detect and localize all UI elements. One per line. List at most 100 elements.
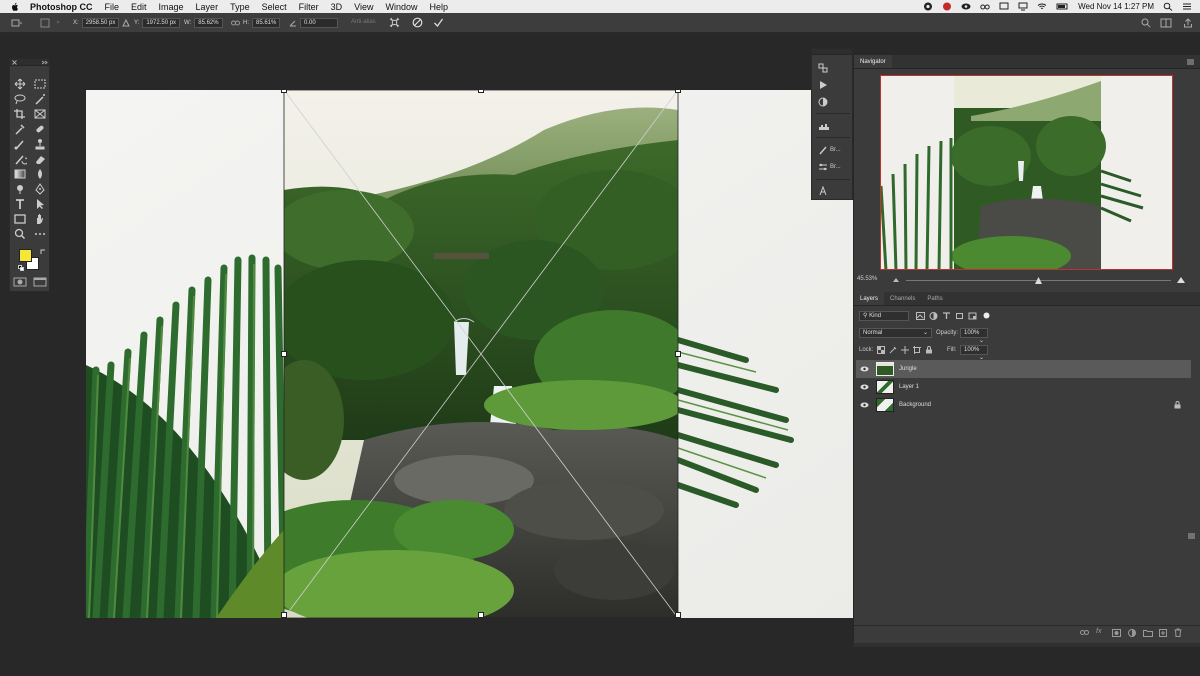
w-input[interactable]: 85.62% (194, 17, 223, 28)
dock-grip[interactable] (812, 49, 852, 55)
panel-menu-icon[interactable] (1188, 533, 1195, 539)
tab-channels[interactable]: Channels (884, 292, 921, 305)
brush-settings-panel-button[interactable]: Br... (818, 162, 841, 172)
visibility-eye-icon[interactable] (860, 384, 869, 390)
tab-layers[interactable]: Layers (854, 292, 885, 305)
filter-pixel-icon[interactable] (916, 312, 925, 320)
more-tools[interactable] (33, 227, 47, 239)
close-icon[interactable] (12, 60, 17, 65)
battery-icon[interactable] (1056, 2, 1069, 11)
type-tool[interactable] (13, 197, 27, 209)
record-icon[interactable] (942, 2, 952, 11)
default-colors-icon[interactable] (18, 265, 24, 271)
reference-point-icon[interactable] (40, 18, 50, 28)
navigator-preview[interactable] (880, 75, 1173, 270)
menu-file[interactable]: File (105, 2, 120, 12)
jungle-layer-content[interactable] (284, 90, 678, 618)
transform-handle-br[interactable] (675, 612, 681, 618)
dodge-tool[interactable] (13, 182, 27, 194)
x-input[interactable]: 2958.50 px (81, 17, 120, 28)
collapse-icon[interactable] (42, 60, 48, 65)
screen-mode-icon[interactable] (33, 277, 47, 287)
character-panel-button[interactable] (818, 186, 828, 196)
add-mask-icon[interactable] (1112, 629, 1121, 637)
marquee-tool[interactable] (33, 77, 47, 89)
layer-name[interactable]: Jungle (899, 366, 917, 372)
filter-toggle-icon[interactable] (982, 311, 991, 320)
transform-handle-bc[interactable] (478, 612, 484, 618)
zoom-tool[interactable] (13, 227, 27, 240)
eraser-tool[interactable] (33, 152, 47, 164)
hand-tool[interactable] (33, 212, 47, 224)
filter-shape-icon[interactable] (955, 312, 964, 320)
foreground-color-swatch[interactable] (19, 249, 32, 262)
lock-all-icon[interactable] (925, 346, 933, 354)
wifi-icon[interactable] (1037, 2, 1047, 11)
tab-paths[interactable]: Paths (921, 292, 948, 305)
creative-cloud-icon[interactable] (923, 2, 933, 11)
eyedropper-tool[interactable] (13, 122, 27, 135)
zoom-in-icon[interactable] (1176, 275, 1186, 284)
menu-layer[interactable]: Layer (196, 2, 219, 12)
layer-row-layer-1[interactable]: Layer 1 (856, 378, 1191, 396)
rectangle-tool[interactable] (13, 212, 27, 224)
menu-window[interactable]: Window (385, 2, 417, 12)
apple-logo-icon[interactable] (10, 2, 20, 12)
blend-mode-select[interactable]: Normal ⌄ (859, 328, 932, 338)
lock-artboard-icon[interactable] (913, 346, 921, 354)
new-layer-icon[interactable] (1159, 629, 1167, 637)
lasso-tool[interactable] (13, 92, 27, 105)
menu-3d[interactable]: 3D (331, 2, 343, 12)
menu-app-name[interactable]: Photoshop CC (30, 2, 93, 12)
angle-input[interactable]: 0.00 (300, 17, 338, 28)
panel-menu-icon[interactable] (1187, 59, 1194, 65)
tool-preset-icon[interactable] (11, 18, 23, 28)
lock-icon[interactable] (1174, 401, 1181, 409)
swap-colors-icon[interactable] (40, 249, 46, 255)
quick-mask-icon[interactable] (13, 277, 27, 287)
interpolation-label[interactable]: Anti-alias (351, 19, 376, 25)
menu-help[interactable]: Help (429, 2, 448, 12)
magic-wand-tool[interactable] (33, 92, 47, 105)
opacity-input[interactable]: 100% ⌄ (960, 328, 988, 344)
new-group-icon[interactable] (1143, 629, 1153, 637)
new-adjustment-icon[interactable] (1128, 629, 1136, 637)
transform-handle-tc[interactable] (478, 90, 484, 93)
visibility-eye-icon[interactable] (860, 366, 869, 372)
lock-image-icon[interactable] (889, 346, 897, 354)
search-icon[interactable] (1141, 18, 1151, 28)
link-icon[interactable] (231, 19, 240, 27)
search-icon[interactable] (1163, 2, 1173, 11)
panel-grip[interactable] (10, 59, 49, 66)
warp-mode-icon[interactable] (389, 17, 400, 28)
spectacles-icon[interactable] (980, 2, 990, 11)
history-brush-tool[interactable] (13, 152, 29, 165)
layer-name[interactable]: Background (899, 402, 931, 408)
pen-tool[interactable] (33, 182, 47, 195)
history-panel-button[interactable] (818, 63, 828, 73)
zoom-out-icon[interactable] (892, 276, 900, 283)
transform-handle-mr[interactable] (675, 351, 681, 357)
visibility-eye-icon[interactable] (860, 402, 869, 408)
transform-handle-ml[interactable] (281, 351, 287, 357)
fill-input[interactable]: 100% ⌄ (960, 345, 988, 361)
h-input[interactable]: 85.61% (252, 17, 281, 28)
screen-icon[interactable] (999, 2, 1009, 11)
layer-row-background[interactable]: Background (856, 396, 1191, 414)
document-canvas[interactable] (86, 90, 854, 618)
relative-position-icon[interactable] (122, 19, 130, 27)
filter-type-icon[interactable] (942, 312, 951, 320)
gradient-tool[interactable] (13, 167, 27, 179)
link-layers-icon[interactable] (1080, 629, 1089, 636)
move-tool[interactable] (13, 77, 27, 90)
menu-view[interactable]: View (354, 2, 373, 12)
adjustments-panel-button[interactable] (818, 97, 828, 107)
actions-panel-button[interactable] (818, 80, 828, 90)
fx-icon[interactable]: fx (1096, 628, 1101, 635)
commit-transform-icon[interactable] (433, 17, 444, 28)
path-selection-tool[interactable] (33, 197, 47, 209)
histogram-panel-button[interactable] (818, 121, 830, 131)
brushes-panel-button[interactable]: Br... (818, 145, 841, 155)
cancel-transform-icon[interactable] (412, 17, 423, 28)
brush-tool[interactable] (13, 137, 27, 150)
